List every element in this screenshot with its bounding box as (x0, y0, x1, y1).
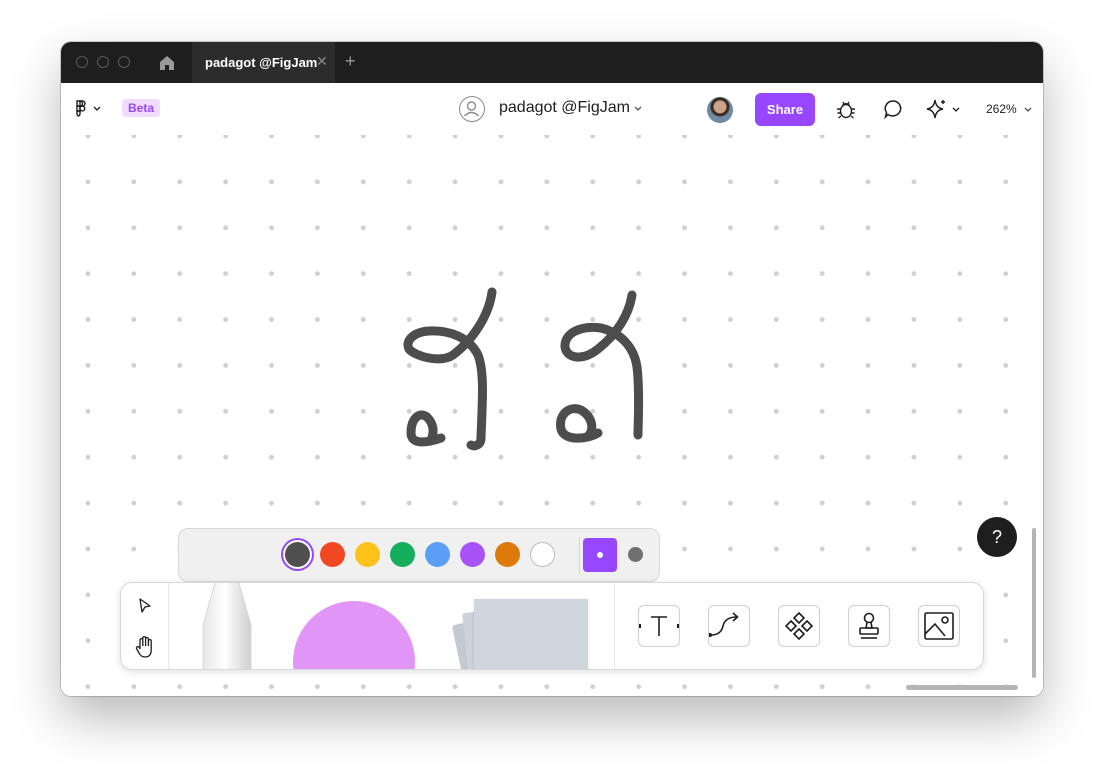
text-t-icon (637, 616, 681, 636)
color-swatch[interactable] (495, 542, 520, 567)
close-window-button[interactable] (76, 56, 88, 68)
close-tab-icon[interactable]: ✕ (316, 53, 328, 70)
components-tool[interactable] (778, 605, 820, 647)
board-canvas[interactable]: ? (61, 135, 1043, 696)
stamp-tool[interactable] (848, 605, 890, 647)
sticky-note-tool[interactable] (474, 599, 588, 669)
file-owner-avatar-icon (459, 96, 485, 122)
stroke-thin-option[interactable] (628, 547, 643, 562)
components-diamond-icon (784, 611, 814, 641)
figma-logo-icon (76, 100, 101, 117)
share-button[interactable]: Share (755, 93, 815, 126)
thick-dot-icon (597, 552, 603, 558)
components-tool-frame (778, 605, 820, 647)
horizontal-scrollbar[interactable] (906, 685, 1018, 690)
color-swatch[interactable] (530, 542, 555, 567)
tray-divider (168, 583, 169, 669)
zoom-level[interactable]: 262% (986, 102, 1017, 116)
help-button[interactable]: ? (977, 517, 1017, 557)
image-tool-frame (918, 605, 960, 647)
vertical-scrollbar[interactable] (1032, 528, 1036, 678)
zoom-chevron-down-icon[interactable] (1024, 107, 1032, 113)
marker-pen-icon (202, 583, 252, 669)
color-swatch[interactable] (355, 542, 380, 567)
palette-divider (579, 537, 580, 575)
zoom-window-button[interactable] (118, 56, 130, 68)
image-icon (924, 612, 954, 640)
minimize-window-button[interactable] (97, 56, 109, 68)
text-tool[interactable] (637, 605, 681, 647)
new-tab-button[interactable]: + (345, 51, 356, 72)
bug-icon[interactable] (834, 97, 858, 121)
color-palette (178, 528, 660, 582)
tab-file[interactable]: padagot @FigJam ✕ (192, 42, 335, 83)
chevron-down-icon[interactable] (634, 106, 642, 112)
user-avatar[interactable] (707, 97, 733, 123)
ai-sparkle-icon[interactable] (924, 97, 960, 121)
stamp-icon (859, 612, 879, 639)
beta-badge: Beta (122, 99, 161, 117)
hand-icon (135, 636, 152, 658)
color-swatch[interactable] (320, 542, 345, 567)
color-swatch[interactable] (425, 542, 450, 567)
bottom-tool-tray (120, 582, 984, 670)
pen-tool[interactable] (201, 583, 253, 669)
title-bar: padagot @FigJam ✕ + (61, 42, 1043, 83)
color-swatch[interactable] (285, 542, 310, 567)
connector-tool-frame (708, 605, 753, 647)
top-toolbar: Beta padagot @FigJam Share 262% (61, 83, 1043, 135)
color-swatch[interactable] (460, 542, 485, 567)
stroke-thick-option[interactable] (583, 538, 617, 572)
move-tool[interactable] (136, 597, 154, 620)
main-menu-button[interactable] (73, 100, 105, 123)
tray-divider (614, 583, 615, 669)
comment-icon[interactable] (882, 97, 906, 121)
connector-tool[interactable] (708, 605, 753, 647)
connector-arrow-icon (708, 612, 753, 637)
hand-tool[interactable] (134, 635, 156, 664)
file-title[interactable]: padagot @FigJam (499, 99, 630, 117)
home-icon[interactable] (157, 53, 177, 73)
shape-tool[interactable] (293, 601, 415, 669)
image-tool[interactable] (918, 605, 960, 647)
cursor-arrow-icon (139, 598, 151, 613)
stamp-tool-frame (848, 605, 890, 647)
tab-label: padagot @FigJam (205, 55, 318, 70)
color-swatch[interactable] (390, 542, 415, 567)
app-window: padagot @FigJam ✕ + Beta padagot @FigJam (61, 42, 1043, 696)
text-tool-frame (637, 605, 681, 647)
